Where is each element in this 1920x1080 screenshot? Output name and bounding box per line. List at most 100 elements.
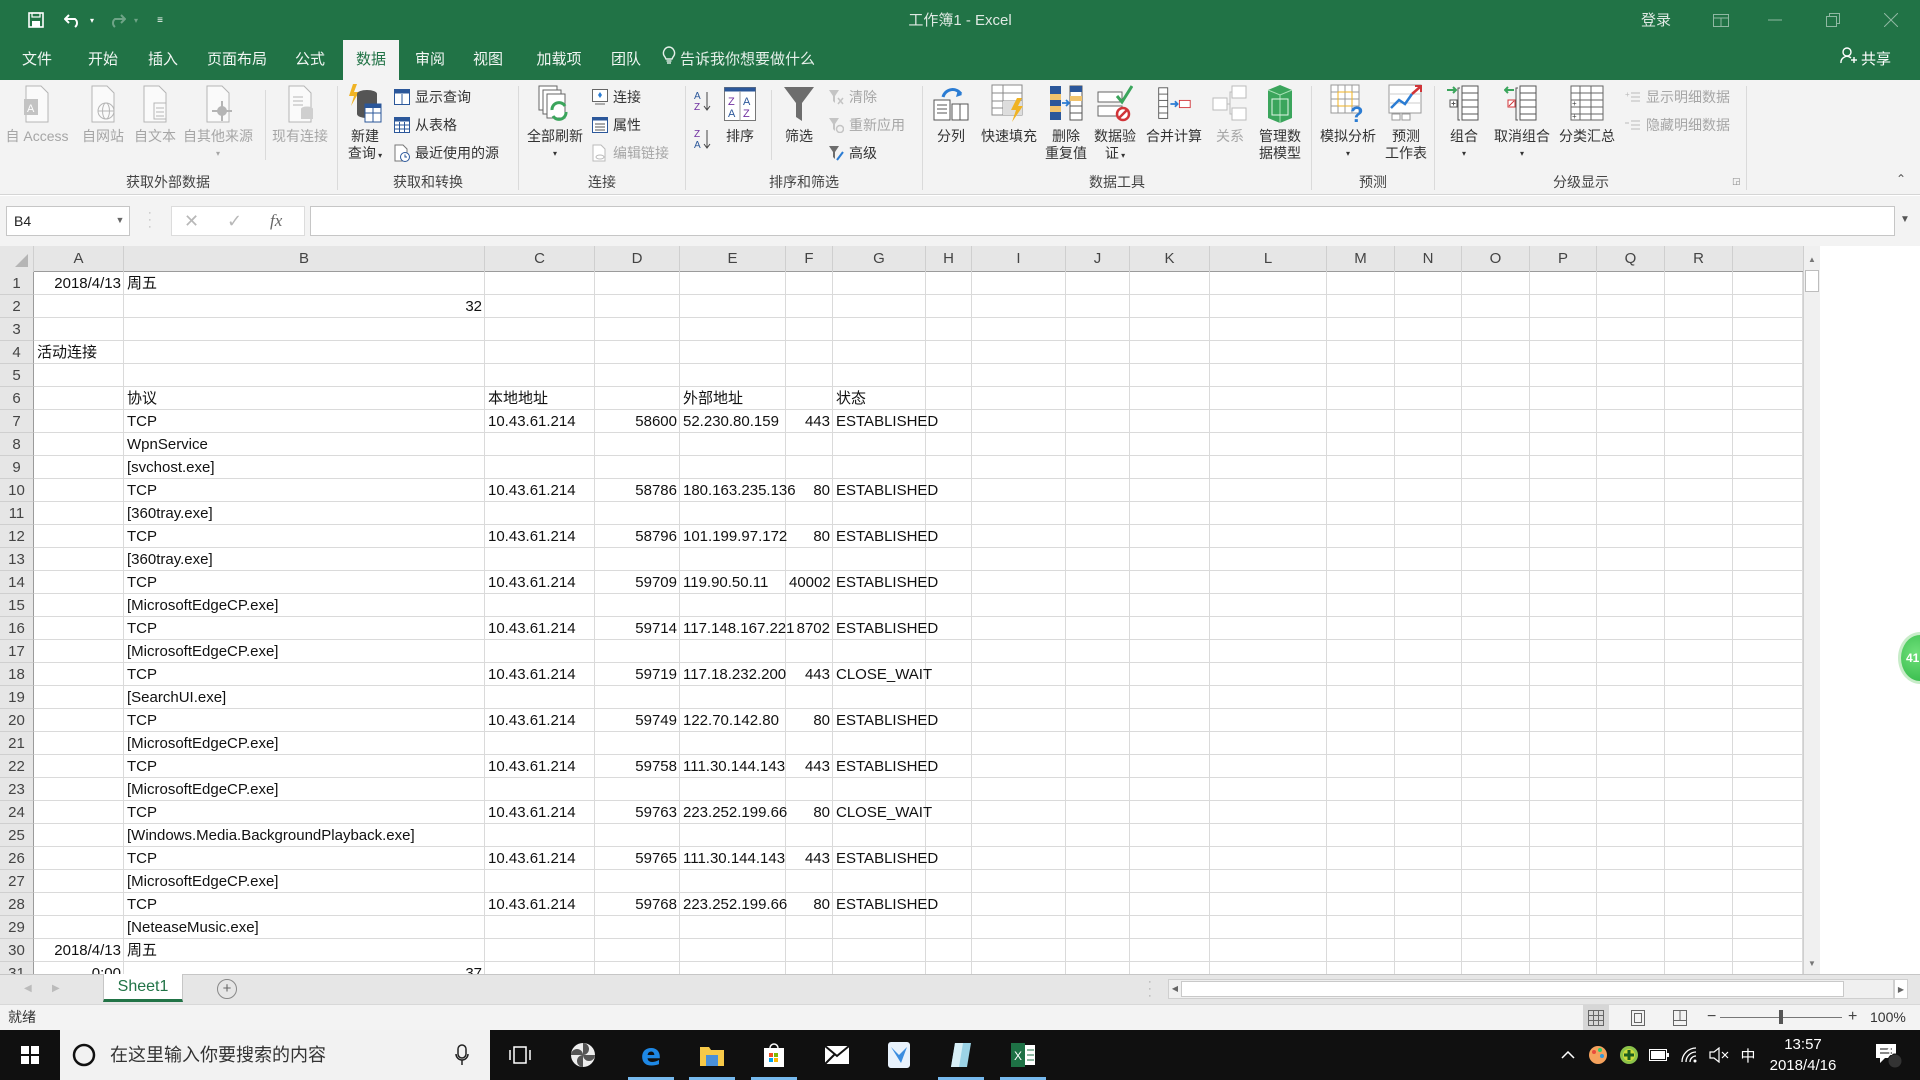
taskbar-app-store[interactable]: [747, 1030, 801, 1080]
cell-c16[interactable]: 10.43.61.214: [485, 617, 595, 640]
cell-b11[interactable]: [360tray.exe]: [124, 502, 485, 525]
prev-sheet-icon[interactable]: ◀: [24, 975, 32, 1003]
taskbar-clock[interactable]: 13:57 2018/4/16: [1758, 1034, 1848, 1076]
row-header[interactable]: 5: [0, 364, 34, 387]
page-layout-view-button[interactable]: [1625, 1005, 1651, 1030]
new-query-button[interactable]: 新建 查询 ▾: [343, 84, 387, 164]
start-button[interactable]: [0, 1030, 60, 1080]
cell-b28[interactable]: TCP: [124, 893, 485, 916]
forecast-sheet-button[interactable]: 预测 工作表: [1382, 84, 1430, 162]
formula-input[interactable]: [310, 206, 1895, 236]
column-header-f[interactable]: F: [786, 246, 833, 272]
horizontal-scroll-thumb[interactable]: [1181, 981, 1844, 997]
cell-e12[interactable]: 101.199.97.172: [680, 525, 790, 548]
share-button[interactable]: 共享: [1840, 40, 1891, 80]
row-header[interactable]: 29: [0, 916, 34, 939]
cell-e20[interactable]: 122.70.142.80: [680, 709, 786, 732]
row-header[interactable]: 26: [0, 847, 34, 870]
cell-b20[interactable]: TCP: [124, 709, 485, 732]
tab-team[interactable]: 团队: [598, 40, 654, 80]
cell-b10[interactable]: TCP: [124, 479, 485, 502]
flash-fill-button[interactable]: 快速填充: [976, 84, 1042, 145]
battery-icon[interactable]: [1646, 1030, 1672, 1080]
column-header-m[interactable]: M: [1327, 246, 1395, 272]
cell-g24[interactable]: CLOSE_WAIT: [833, 801, 935, 824]
cell-g28[interactable]: ESTABLISHED: [833, 893, 941, 916]
cell-d20[interactable]: 59749: [595, 709, 680, 732]
task-view-button[interactable]: [493, 1030, 547, 1080]
group-button[interactable]: 组合 ▾: [1440, 84, 1488, 162]
zoom-slider-thumb[interactable]: [1779, 1010, 1783, 1024]
sort-ascending-button[interactable]: AZ: [693, 90, 713, 113]
cell-g22[interactable]: ESTABLISHED: [833, 755, 941, 778]
cell-f16[interactable]: 8702: [786, 617, 833, 640]
row-header[interactable]: 11: [0, 502, 34, 525]
taskbar-search-box[interactable]: 在这里输入你要搜索的内容: [60, 1030, 490, 1080]
page-break-view-button[interactable]: [1667, 1005, 1693, 1030]
column-header-d[interactable]: D: [595, 246, 680, 272]
cell-c7[interactable]: 10.43.61.214: [485, 410, 595, 433]
ribbon-display-options-icon[interactable]: [1698, 0, 1744, 40]
column-header-n[interactable]: N: [1395, 246, 1462, 272]
row-header[interactable]: 7: [0, 410, 34, 433]
column-header-k[interactable]: K: [1130, 246, 1210, 272]
cell-e16[interactable]: 117.148.167.221: [680, 617, 798, 640]
taskbar-app-excel[interactable]: X: [996, 1030, 1050, 1080]
cell-g20[interactable]: ESTABLISHED: [833, 709, 941, 732]
insert-function-icon[interactable]: fx: [270, 207, 282, 235]
ungroup-button[interactable]: 取消组合 ▾: [1490, 84, 1554, 162]
cell-b9[interactable]: [svchost.exe]: [124, 456, 485, 479]
taskbar-app-bird[interactable]: [872, 1030, 926, 1080]
cell-d26[interactable]: 59765: [595, 847, 680, 870]
cell-b14[interactable]: TCP: [124, 571, 485, 594]
tab-review[interactable]: 审阅: [402, 40, 458, 80]
cell-g7[interactable]: ESTABLISHED: [833, 410, 941, 433]
filter-button[interactable]: 筛选: [777, 84, 821, 145]
vertical-scroll-thumb[interactable]: [1805, 270, 1819, 292]
column-header-e[interactable]: E: [680, 246, 786, 272]
taskbar-app-mail[interactable]: [810, 1030, 864, 1080]
row-header[interactable]: 13: [0, 548, 34, 571]
data-validation-button[interactable]: 数据验 证 ▾: [1090, 84, 1140, 164]
taskbar-app-notepad[interactable]: [934, 1030, 988, 1080]
cell-b21[interactable]: [MicrosoftEdgeCP.exe]: [124, 732, 485, 755]
name-box-dropdown-icon[interactable]: ▼: [112, 206, 128, 236]
column-header-a[interactable]: A: [34, 246, 124, 272]
cell-a1[interactable]: 2018/4/13: [34, 272, 124, 295]
column-header-q[interactable]: Q: [1597, 246, 1665, 272]
login-link[interactable]: 登录: [1641, 9, 1671, 30]
what-if-analysis-button[interactable]: ? 模拟分析 ▾: [1316, 84, 1380, 162]
recent-sources-button[interactable]: 最近使用的源: [393, 142, 499, 164]
tab-split-handle[interactable]: · · ·: [1148, 977, 1152, 1002]
column-header-r[interactable]: R: [1665, 246, 1733, 272]
dialog-launcher-icon[interactable]: ◲: [1732, 176, 1741, 187]
cell-c14[interactable]: 10.43.61.214: [485, 571, 595, 594]
tab-home[interactable]: 开始: [74, 40, 132, 80]
cell-d22[interactable]: 59758: [595, 755, 680, 778]
select-all-button[interactable]: [0, 246, 34, 272]
scroll-down-icon[interactable]: ▼: [1804, 956, 1820, 972]
cell-e22[interactable]: 111.30.144.143: [680, 755, 788, 778]
cell-b23[interactable]: [MicrosoftEdgeCP.exe]: [124, 778, 485, 801]
taskbar-app-pinwheel[interactable]: [556, 1030, 610, 1080]
cell-e6[interactable]: 外部地址: [680, 387, 786, 410]
sort-button[interactable]: ZAAZ 排序: [720, 84, 760, 145]
cell-f28[interactable]: 80: [786, 893, 833, 916]
formula-bar-grip-icon[interactable]: · · ·: [148, 208, 152, 233]
cell-b25[interactable]: [Windows.Media.BackgroundPlayback.exe]: [124, 824, 485, 847]
cell-e10[interactable]: 180.163.235.136: [680, 479, 799, 502]
cell-b17[interactable]: [MicrosoftEdgeCP.exe]: [124, 640, 485, 663]
vertical-scrollbar[interactable]: ▲ ▼: [1803, 246, 1820, 974]
connections-button[interactable]: 连接: [591, 86, 641, 108]
worksheet-grid[interactable]: ABCDEFGHIJKLMNOPQR 1 2018/4/13 周五 2 32 3 4 活动连接…: [0, 246, 1920, 974]
show-queries-button[interactable]: 显示查询: [393, 86, 471, 108]
column-header-i[interactable]: I: [972, 246, 1066, 272]
cell-b6[interactable]: 协议: [124, 387, 485, 410]
cell-b12[interactable]: TCP: [124, 525, 485, 548]
volume-muted-icon[interactable]: [1706, 1030, 1732, 1080]
cell-f18[interactable]: 443: [786, 663, 833, 686]
cell-d18[interactable]: 59719: [595, 663, 680, 686]
tab-data[interactable]: 数据: [343, 40, 399, 80]
row-header[interactable]: 6: [0, 387, 34, 410]
consolidate-button[interactable]: 合并计算: [1142, 84, 1206, 145]
